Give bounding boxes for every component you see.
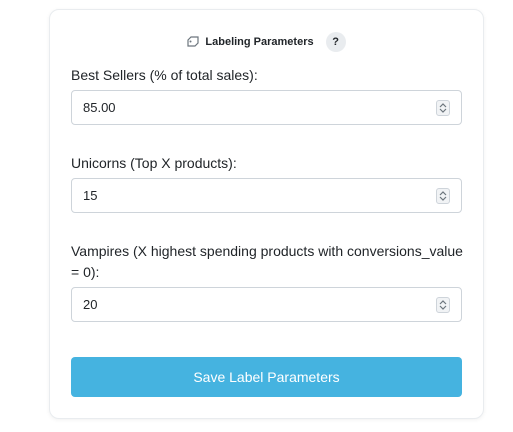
spinner-arrows-icon [439,300,447,310]
labeling-parameters-card: Labeling Parameters ? Best Sellers (% of… [49,9,484,419]
save-label-parameters-button[interactable]: Save Label Parameters [71,357,462,397]
best-sellers-label: Best Sellers (% of total sales): [71,67,258,83]
card-header: Labeling Parameters ? [50,32,483,52]
tag-icon [187,36,199,48]
card-title: Labeling Parameters [205,36,314,48]
spinner-arrows-icon [439,103,447,113]
vampires-field [71,287,462,322]
vampires-input[interactable] [72,288,461,321]
vampires-label: Vampires (X highest spending products wi… [71,243,463,280]
unicorns-input[interactable] [72,179,461,212]
unicorns-label: Unicorns (Top X products): [71,155,237,171]
best-sellers-spinner[interactable] [436,100,450,116]
unicorns-spinner[interactable] [436,188,450,204]
spinner-arrows-icon [439,191,447,201]
vampires-spinner[interactable] [436,297,450,313]
best-sellers-input[interactable] [72,91,461,124]
best-sellers-field [71,90,462,125]
unicorns-field [71,178,462,213]
help-button[interactable]: ? [325,32,346,52]
